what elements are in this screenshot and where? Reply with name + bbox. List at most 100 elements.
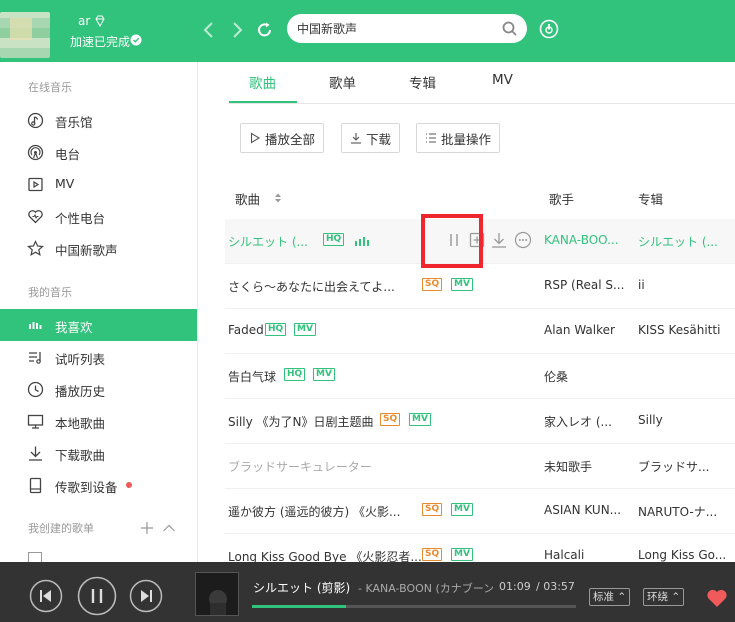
quality-button[interactable]: 标准 ⌃	[589, 588, 631, 606]
sidebar-item-downloads[interactable]: 下载歌曲	[0, 437, 197, 469]
download-label: 下载	[366, 131, 392, 147]
sort-icon[interactable]	[274, 192, 282, 204]
song-title[interactable]: シルエット (...	[228, 233, 308, 250]
table-row[interactable]: 遥か彼方 (遥远的彼方) 《火影... SQ MV ASIAN KUN... N…	[225, 489, 735, 534]
batch-button[interactable]: 批量操作	[416, 123, 501, 153]
star-icon	[27, 240, 44, 257]
quality-badge: SQ	[422, 503, 443, 516]
quality-badge: SQ	[422, 278, 443, 291]
search-input[interactable]	[297, 14, 497, 43]
tab-mv[interactable]: MV	[492, 72, 513, 88]
mv-badge[interactable]: MV	[294, 323, 316, 336]
power-icon[interactable]	[539, 19, 559, 39]
song-artist[interactable]: Alan Walker	[544, 323, 615, 337]
heart-icon[interactable]	[706, 588, 728, 608]
mv-badge[interactable]: MV	[313, 368, 335, 381]
song-title[interactable]: Silly 《为了N》日剧主题曲	[228, 413, 374, 430]
song-artist[interactable]: 家入レオ (...	[544, 413, 612, 430]
play-all-label: 播放全部	[265, 131, 316, 147]
username[interactable]: ar	[78, 14, 90, 28]
sidebar-item-label: 下载歌曲	[55, 448, 106, 463]
track-artist[interactable]: - KANA-BOON (カナブーン)	[358, 580, 493, 596]
more-icon[interactable]	[514, 231, 532, 249]
song-artist[interactable]: ASIAN KUN...	[544, 503, 621, 517]
sidebar-item-music-hall[interactable]: 音乐馆	[0, 104, 197, 136]
song-artist[interactable]: RSP (Real S...	[544, 278, 624, 292]
back-arrow-icon[interactable]	[200, 20, 218, 40]
quality-label: 标准	[593, 591, 614, 603]
song-album[interactable]: ii	[638, 278, 645, 292]
column-header-album[interactable]: 专辑	[638, 189, 663, 208]
section-title-created: 我创建的歌单	[28, 522, 94, 535]
progress-fill	[252, 605, 346, 608]
player-bar: シルエット (剪影) - KANA-BOON (カナブーン) 01:09 / 0…	[0, 562, 735, 622]
song-title[interactable]: ブラッドサーキュレーター	[228, 458, 372, 475]
previous-button[interactable]	[29, 579, 63, 613]
mv-badge[interactable]: MV	[451, 278, 473, 291]
song-album[interactable]: ブラッドサ...	[638, 458, 709, 475]
track-title[interactable]: シルエット (剪影)	[253, 579, 350, 596]
song-artist[interactable]: KANA-BOO...	[544, 233, 619, 247]
sidebar-item-history[interactable]: 播放历史	[0, 373, 197, 405]
mv-icon	[28, 177, 43, 192]
song-title[interactable]: Faded	[228, 323, 264, 337]
search-box[interactable]	[287, 14, 527, 43]
song-artist[interactable]: 未知歌手	[544, 458, 592, 475]
table-row[interactable]: 告白气球 HQ MV 伦桑	[225, 354, 735, 399]
album-cover[interactable]	[195, 572, 239, 616]
song-title[interactable]: 遥か彼方 (遥远的彼方) 《火影...	[228, 503, 400, 520]
mv-badge[interactable]: MV	[451, 503, 473, 516]
progress-bar[interactable]	[252, 605, 576, 608]
sidebar-item-label: 传歌到设备	[55, 480, 118, 495]
download-button[interactable]: 下载	[341, 123, 401, 153]
sidebar-item-label: 试听列表	[55, 352, 106, 367]
sidebar-item-favorites[interactable]: 我喜欢	[0, 309, 197, 341]
refresh-icon[interactable]	[256, 20, 274, 40]
avatar[interactable]	[0, 12, 50, 58]
tab-songs[interactable]: 歌曲	[249, 72, 276, 92]
column-header-artist[interactable]: 歌手	[549, 189, 574, 208]
pause-button[interactable]	[77, 576, 117, 616]
sidebar-item-new-voice[interactable]: 中国新歌声	[0, 232, 197, 264]
table-row[interactable]: Long Kiss Good Bye 《火影忍者... SQ MV Halcal…	[225, 534, 735, 562]
chevron-up-icon[interactable]	[162, 523, 176, 533]
column-header-song[interactable]: 歌曲	[235, 189, 260, 208]
loop-mode-button[interactable]: 环绕 ⌃	[643, 588, 685, 606]
table-row[interactable]: Faded HQ MV Alan Walker KISS Kesähitti	[225, 309, 735, 354]
song-title[interactable]: さくら～あなたに出会えてよ...	[228, 278, 395, 295]
song-album[interactable]: Long Kiss Go...	[638, 548, 726, 562]
download-icon	[29, 446, 42, 461]
notification-dot	[126, 482, 132, 488]
play-all-button[interactable]: 播放全部	[240, 123, 325, 153]
song-album[interactable]: KISS Kesähitti	[638, 323, 720, 337]
sidebar-item-personal-radio[interactable]: 个性电台	[0, 200, 197, 232]
download-icon[interactable]	[490, 231, 508, 249]
forward-arrow-icon[interactable]	[228, 20, 246, 40]
sidebar-item-radio[interactable]: 电台	[0, 136, 197, 168]
song-artist[interactable]: Halcali	[544, 548, 584, 562]
main-content: 歌曲 歌单 专辑 MV 播放全部 下载 批量操作 歌曲 歌手 专辑 シルエット …	[198, 62, 735, 562]
table-row[interactable]: さくら～あなたに出会えてよ... SQ MV RSP (Real S... ii	[225, 264, 735, 309]
sidebar-item-label: 本地歌曲	[55, 416, 106, 431]
sidebar-item-trial-list[interactable]: 试听列表	[0, 341, 197, 373]
table-row[interactable]: シルエット (... HQ KANA-BOO... シルエット (...	[225, 214, 735, 268]
table-row[interactable]: Silly 《为了N》日剧主题曲 SQ MV 家入レオ (... Silly	[225, 399, 735, 444]
song-album[interactable]: NARUTO-ナ...	[638, 503, 717, 520]
search-icon[interactable]	[502, 21, 517, 36]
song-album[interactable]: シルエット (...	[638, 233, 718, 250]
sidebar-item-transfer-device[interactable]: 传歌到设备	[0, 469, 197, 501]
mv-badge[interactable]: MV	[451, 548, 473, 561]
table-row[interactable]: ブラッドサーキュレーター 未知歌手 ブラッドサ...	[225, 444, 735, 489]
next-button[interactable]	[129, 579, 163, 613]
plus-icon[interactable]	[140, 521, 154, 535]
song-artist[interactable]: 伦桑	[544, 368, 568, 385]
tab-playlists[interactable]: 歌单	[329, 72, 356, 92]
song-title[interactable]: Long Kiss Good Bye 《火影忍者...	[228, 548, 422, 562]
song-title[interactable]: 告白气球	[228, 368, 276, 385]
mv-badge[interactable]: MV	[409, 413, 431, 426]
tab-albums[interactable]: 专辑	[409, 72, 436, 92]
song-album[interactable]: Silly	[638, 413, 663, 427]
sidebar-item-local-songs[interactable]: 本地歌曲	[0, 405, 197, 437]
sidebar-item-mv[interactable]: MV	[0, 168, 197, 200]
sidebar-item-label: 个性电台	[55, 211, 106, 226]
